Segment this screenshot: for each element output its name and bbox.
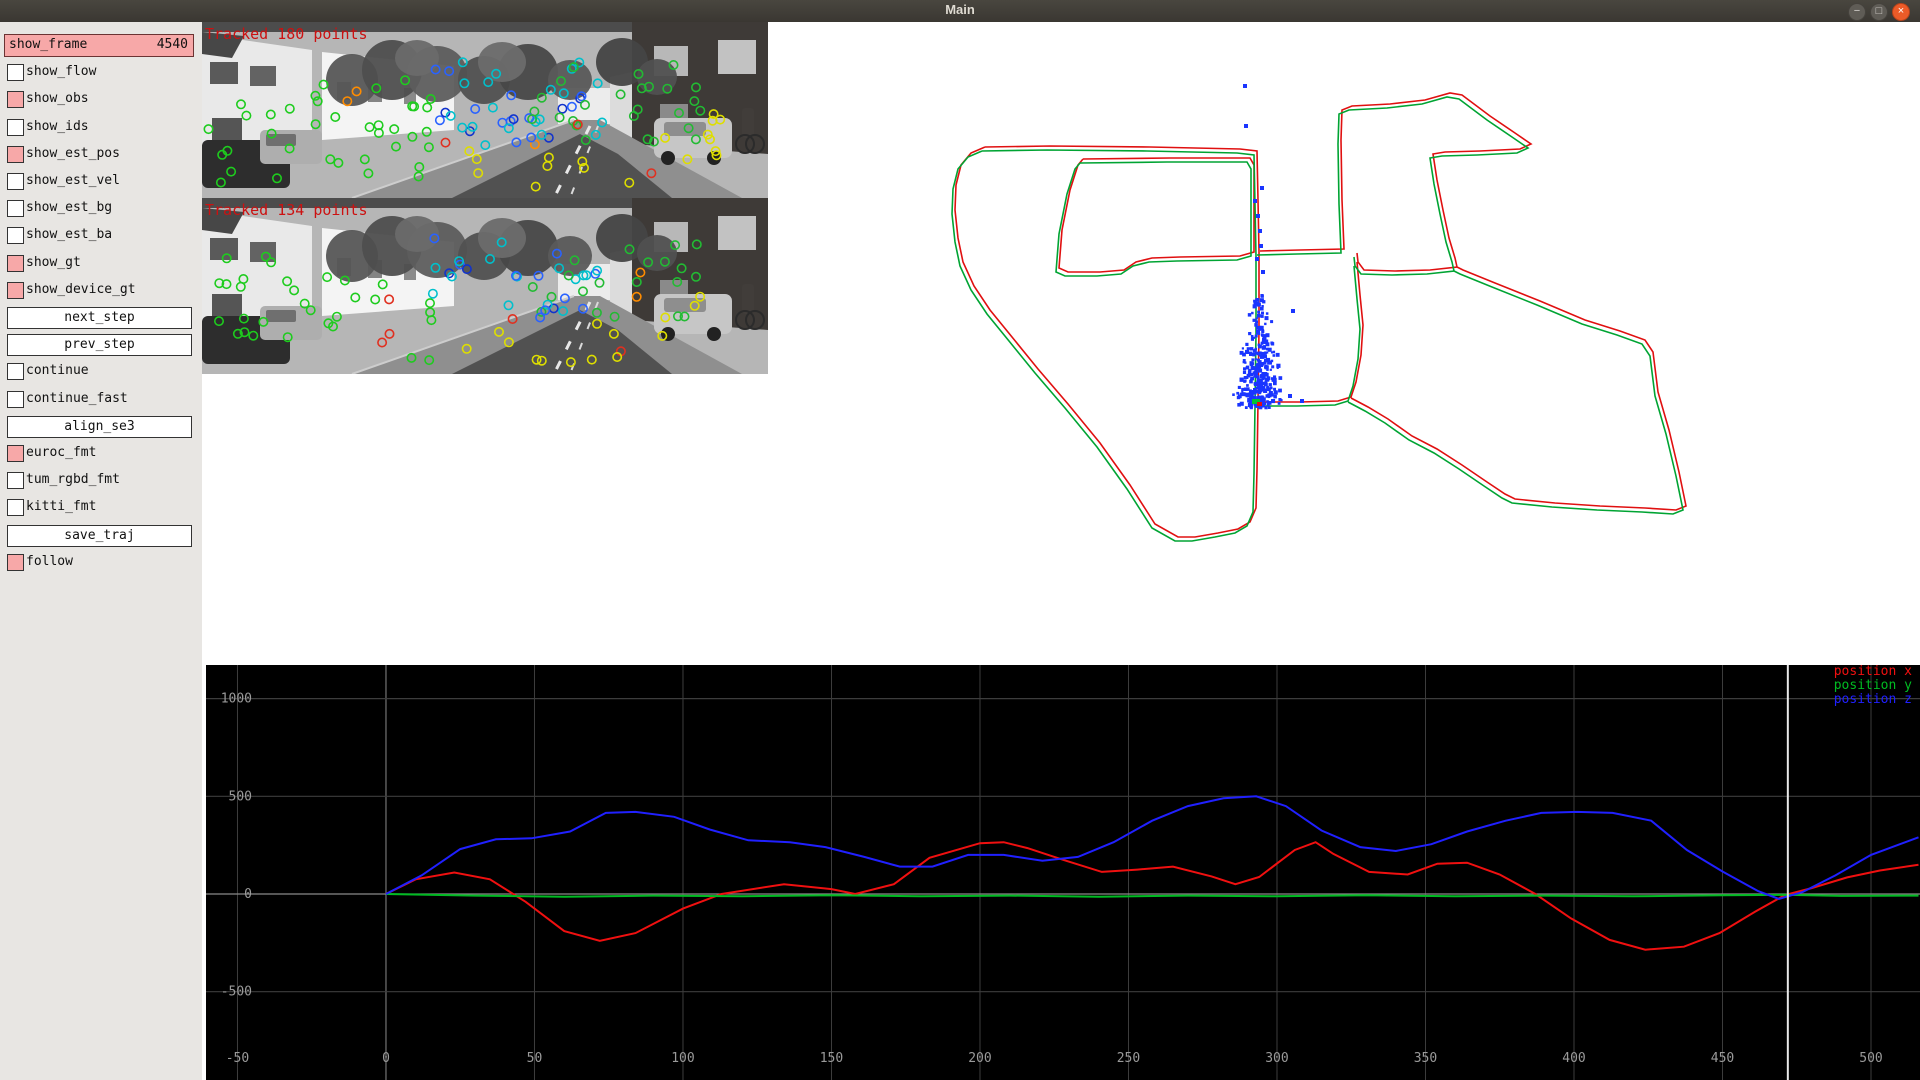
svg-text:400: 400	[1562, 1051, 1585, 1066]
checkbox-label: kitti_fmt	[26, 499, 96, 514]
sidebar-row-next_step[interactable]: next_step	[0, 306, 202, 332]
checkbox-kitti_fmt[interactable]	[7, 499, 24, 516]
checkbox-show_obs[interactable]	[7, 91, 24, 108]
close-button[interactable]: ×	[1892, 3, 1910, 21]
sidebar-row-tum_rgbd_fmt[interactable]: tum_rgbd_fmt	[0, 469, 202, 495]
svg-text:250: 250	[1117, 1051, 1140, 1066]
button-save_traj[interactable]: save_traj	[7, 525, 192, 547]
checkbox-label: continue	[26, 363, 89, 378]
sidebar-row-kitti_fmt[interactable]: kitti_fmt	[0, 496, 202, 522]
sidebar-row-align_se3[interactable]: align_se3	[0, 415, 202, 441]
checkbox-show_est_bg[interactable]	[7, 200, 24, 217]
plot-legend: position xposition yposition z	[1834, 665, 1912, 707]
checkbox-tum_rgbd_fmt[interactable]	[7, 472, 24, 489]
checkbox-follow[interactable]	[7, 554, 24, 571]
sidebar-row-show_est_bg[interactable]: show_est_bg	[0, 197, 202, 223]
sidebar-row-show_est_pos[interactable]: show_est_pos	[0, 143, 202, 169]
sidebar-row-show_frame[interactable]: show_frame 4540	[0, 34, 202, 60]
checkbox-label: show_est_ba	[26, 227, 112, 242]
checkbox-euroc_fmt[interactable]	[7, 445, 24, 462]
svg-text:-50: -50	[226, 1051, 249, 1066]
svg-text:50: 50	[527, 1051, 543, 1066]
sidebar-row-prev_step[interactable]: prev_step	[0, 333, 202, 359]
main-window: { "window": { "title": "Main", "buttons"…	[0, 0, 1920, 1080]
camera-image-right[interactable]: Tracked 134 points	[202, 198, 768, 374]
sidebar-row-show_obs[interactable]: show_obs	[0, 88, 202, 114]
svg-text:0: 0	[382, 1051, 390, 1066]
svg-text:350: 350	[1414, 1051, 1437, 1066]
sidebar-row-show_device_gt[interactable]: show_device_gt	[0, 279, 202, 305]
sidebar-row-euroc_fmt[interactable]: euroc_fmt	[0, 442, 202, 468]
sidebar-row-follow[interactable]: follow	[0, 551, 202, 577]
svg-text:position z: position z	[1834, 692, 1912, 707]
checkbox-show_est_ba[interactable]	[7, 227, 24, 244]
checkbox-continue_fast[interactable]	[7, 391, 24, 408]
gl-canvas: Tracked 180 points Tracked 134 points -5…	[202, 22, 1920, 1080]
estimated-position-points	[1232, 84, 1304, 409]
checkbox-label: follow	[26, 554, 73, 569]
slider-value: 4540	[157, 35, 188, 55]
maximize-button[interactable]: □	[1870, 3, 1888, 21]
ground-truth-trajectory	[955, 93, 1686, 537]
control-panel: show_frame4540show_flowshow_obsshow_idss…	[0, 22, 203, 1080]
checkbox-label: euroc_fmt	[26, 445, 96, 460]
tracked-points-overlay: Tracked 180 points	[205, 25, 368, 43]
svg-text:500: 500	[229, 789, 252, 804]
slider-show_frame[interactable]: show_frame 4540	[4, 34, 194, 57]
minimize-button[interactable]: −	[1848, 3, 1866, 21]
svg-text:100: 100	[671, 1051, 694, 1066]
checkbox-show_est_pos[interactable]	[7, 146, 24, 163]
title-bar: Main − □ ×	[0, 0, 1920, 23]
sidebar-row-continue[interactable]: continue	[0, 360, 202, 386]
checkbox-show_ids[interactable]	[7, 119, 24, 136]
sidebar-row-show_est_ba[interactable]: show_est_ba	[0, 224, 202, 250]
svg-text:200: 200	[968, 1051, 991, 1066]
sidebar-row-show_flow[interactable]: show_flow	[0, 61, 202, 87]
checkbox-show_flow[interactable]	[7, 64, 24, 81]
svg-text:position x: position x	[1834, 665, 1912, 679]
svg-text:500: 500	[1859, 1051, 1882, 1066]
checkbox-label: show_est_pos	[26, 146, 120, 161]
checkbox-label: show_flow	[26, 64, 96, 79]
sidebar-row-show_ids[interactable]: show_ids	[0, 116, 202, 142]
svg-text:1000: 1000	[221, 692, 252, 707]
sidebar-row-show_est_vel[interactable]: show_est_vel	[0, 170, 202, 196]
checkbox-label: show_device_gt	[26, 282, 136, 297]
sidebar-row-show_gt[interactable]: show_gt	[0, 252, 202, 278]
camera-image-left[interactable]: Tracked 180 points	[202, 22, 768, 198]
checkbox-label: show_ids	[26, 119, 89, 134]
checkbox-show_gt[interactable]	[7, 255, 24, 272]
checkbox-continue[interactable]	[7, 363, 24, 380]
checkbox-show_device_gt[interactable]	[7, 282, 24, 299]
checkbox-show_est_vel[interactable]	[7, 173, 24, 190]
checkbox-label: show_est_bg	[26, 200, 112, 215]
svg-text:0: 0	[244, 887, 252, 902]
window-title: Main	[0, 2, 1920, 17]
tracked-points-overlay: Tracked 134 points	[205, 201, 368, 219]
checkbox-label: tum_rgbd_fmt	[26, 472, 120, 487]
device-gt-trajectory	[952, 97, 1683, 541]
sidebar-row-continue_fast[interactable]: continue_fast	[0, 388, 202, 414]
button-next_step[interactable]: next_step	[7, 307, 192, 329]
sidebar-row-save_traj[interactable]: save_traj	[0, 524, 202, 550]
svg-text:position y: position y	[1834, 678, 1912, 693]
slider-label: show_frame	[9, 35, 87, 55]
checkbox-label: continue_fast	[26, 391, 128, 406]
checkbox-label: show_est_vel	[26, 173, 120, 188]
svg-text:450: 450	[1711, 1051, 1734, 1066]
svg-text:300: 300	[1265, 1051, 1288, 1066]
button-prev_step[interactable]: prev_step	[7, 334, 192, 356]
svg-text:-500: -500	[221, 985, 252, 1000]
position-plot-view[interactable]: -500501001502002503003504004505001000500…	[206, 665, 1920, 1080]
checkbox-label: show_obs	[26, 91, 89, 106]
button-align_se3[interactable]: align_se3	[7, 416, 192, 438]
street-scene	[202, 22, 768, 198]
checkbox-label: show_gt	[26, 255, 81, 270]
svg-text:150: 150	[820, 1051, 843, 1066]
